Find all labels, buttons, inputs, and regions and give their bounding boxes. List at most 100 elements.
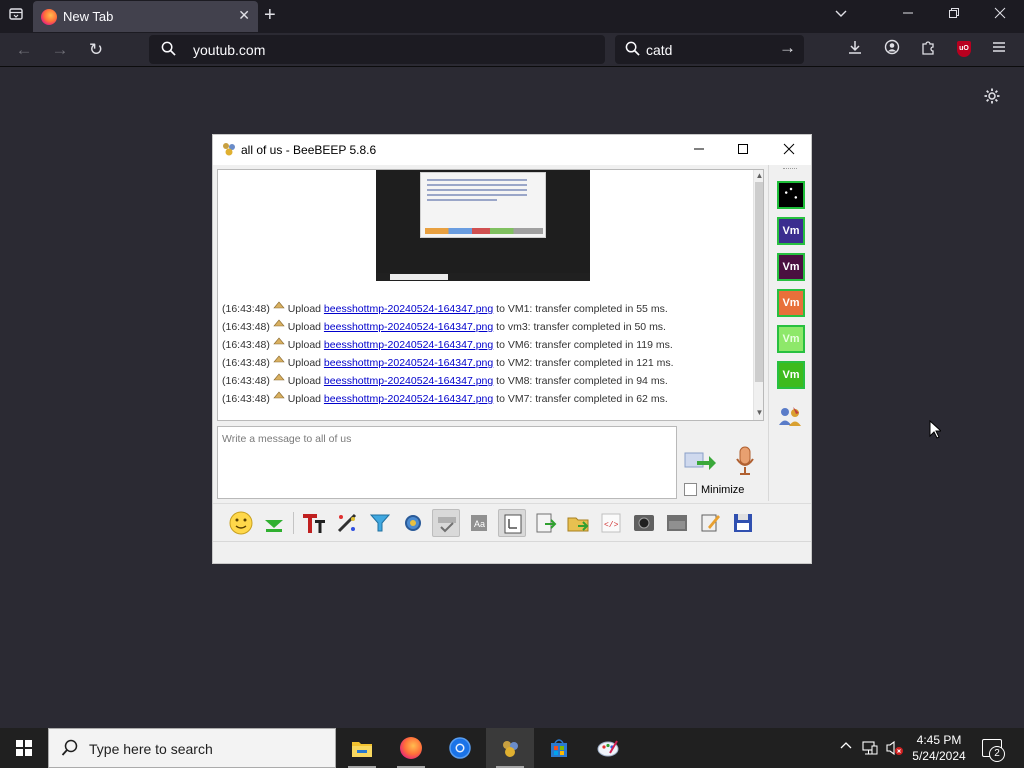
word-complete-icon[interactable]: Aa (465, 509, 493, 537)
system-clock[interactable]: 4:45 PM 5/24/2024 (904, 732, 974, 764)
users-group-icon[interactable] (776, 403, 804, 431)
file-link[interactable]: beesshottmp-20240524-164347.png (324, 339, 493, 351)
download-icon[interactable] (844, 39, 866, 61)
volume-muted-icon[interactable] (886, 740, 903, 756)
taskbar-search-placeholder: Type here to search (89, 741, 213, 757)
chat-scrollbar[interactable]: ▲ ▼ (753, 170, 763, 420)
keyboard-icon[interactable] (498, 509, 526, 537)
member-avatar[interactable]: Vm (777, 253, 805, 281)
member-avatar[interactable]: Vm (777, 361, 805, 389)
screenshot-window (420, 172, 546, 238)
file-link[interactable]: beesshottmp-20240524-164347.png (324, 303, 493, 315)
screenshot-icon[interactable] (630, 509, 658, 537)
message-time: (16:43:48) (222, 339, 270, 351)
scrollbar-thumb[interactable] (755, 182, 763, 382)
beebeep-icon (503, 741, 518, 757)
chevron-up-icon[interactable] (838, 740, 854, 756)
member-label: Vm (782, 333, 800, 345)
filter-icon[interactable] (366, 509, 394, 537)
upload-icon (273, 391, 285, 399)
chat-toolbar: Aa </> (213, 503, 811, 541)
clock-date: 5/24/2024 (912, 749, 966, 763)
attach-icon[interactable] (531, 509, 559, 537)
beebeep-titlebar[interactable]: all of us - BeeBEEP 5.8.6 (213, 135, 811, 165)
search-input[interactable]: catd (646, 42, 672, 58)
windows-logo-icon (16, 740, 32, 756)
microphone-icon[interactable] (734, 445, 756, 477)
firefox-icon (400, 737, 422, 759)
member-avatar[interactable]: Vm (777, 217, 805, 245)
taskbar-app-file-explorer[interactable] (338, 728, 386, 768)
close-window-icon[interactable] (774, 139, 804, 161)
taskbar-app-firefox[interactable] (387, 728, 435, 768)
minimize-window-icon[interactable] (898, 6, 918, 22)
message-placeholder: Write a message to all of us (222, 433, 352, 445)
restore-window-icon[interactable] (944, 6, 964, 22)
emoji-icon[interactable] (227, 509, 255, 537)
address-bar[interactable]: youtub.com (149, 35, 605, 64)
maximize-window-icon[interactable] (728, 139, 758, 161)
member-avatar[interactable]: Vm (777, 289, 805, 317)
reload-icon[interactable]: ↻ (85, 39, 107, 61)
file-link[interactable]: beesshottmp-20240524-164347.png (324, 393, 493, 405)
grip-handle[interactable] (783, 168, 797, 170)
member-avatar[interactable]: Vm (777, 325, 805, 353)
send-icon[interactable] (683, 447, 717, 475)
puzzle-icon[interactable] (917, 39, 939, 61)
message-time: (16:43:48) (222, 357, 270, 369)
transfer-result: to VM8: transfer completed in 94 ms. (496, 375, 668, 387)
taskbar-search[interactable]: Type here to search (48, 728, 336, 768)
scroll-down-arrow-icon[interactable]: ▼ (755, 408, 763, 417)
minimize-checkbox[interactable] (684, 483, 697, 496)
close-tab-icon[interactable]: ✕ (238, 7, 250, 24)
upload-icon (273, 337, 285, 345)
message-input[interactable]: Write a message to all of us (217, 426, 677, 499)
svg-text:Aa: Aa (474, 519, 485, 529)
forward-arrow-icon[interactable]: → (49, 39, 71, 61)
address-input[interactable]: youtub.com (193, 42, 265, 58)
gear-icon[interactable] (983, 87, 1001, 111)
go-arrow-icon[interactable]: → (779, 38, 796, 58)
color-picker-icon[interactable] (333, 509, 361, 537)
chevron-down-icon[interactable] (831, 6, 851, 23)
member-label: Vm (782, 297, 800, 309)
taskbar-app-paint[interactable] (584, 728, 632, 768)
folder-share-icon[interactable] (564, 509, 592, 537)
back-arrow-icon[interactable]: ← (13, 39, 35, 61)
clear-icon[interactable] (663, 509, 691, 537)
save-icon[interactable] (729, 509, 757, 537)
chat-history[interactable]: (16:43:48) Upload beesshottmp-20240524-1… (217, 169, 764, 421)
browser-tab[interactable]: New Tab ✕ (33, 1, 258, 32)
file-link[interactable]: beesshottmp-20240524-164347.png (324, 357, 493, 369)
account-icon[interactable] (881, 39, 903, 61)
screenshot-thumbnail[interactable] (376, 170, 590, 281)
taskbar-app-beebeep[interactable] (486, 728, 534, 768)
hamburger-icon[interactable] (988, 39, 1010, 61)
taskbar-app-store[interactable] (535, 728, 583, 768)
chat-line: (16:43:48) Upload beesshottmp-20240524-1… (222, 390, 752, 408)
edit-icon[interactable] (696, 509, 724, 537)
network-icon[interactable] (862, 740, 878, 756)
settings-icon[interactable] (399, 509, 427, 537)
spellcheck-icon[interactable] (432, 509, 460, 537)
chrome-icon (449, 737, 471, 759)
close-window-icon[interactable] (990, 6, 1010, 22)
message-time: (16:43:48) (222, 321, 270, 333)
ublock-origin-icon[interactable]: uO (957, 41, 971, 57)
file-link[interactable]: beesshottmp-20240524-164347.png (324, 375, 493, 387)
scroll-up-arrow-icon[interactable]: ▲ (755, 171, 763, 180)
tab-list-icon[interactable] (6, 6, 26, 26)
send-file-icon[interactable] (260, 509, 288, 537)
minimize-label: Minimize (701, 484, 745, 496)
font-icon[interactable] (300, 509, 328, 537)
file-link[interactable]: beesshottmp-20240524-164347.png (324, 321, 493, 333)
search-bar[interactable]: catd → (615, 35, 804, 64)
member-avatar[interactable] (777, 181, 805, 209)
html-icon[interactable]: </> (597, 509, 625, 537)
taskbar-app-chrome[interactable] (436, 728, 484, 768)
minimize-window-icon[interactable] (684, 139, 714, 161)
plus-icon[interactable]: + (264, 4, 276, 27)
store-icon (551, 739, 567, 757)
mouse-cursor-icon (929, 420, 941, 439)
start-button[interactable] (0, 728, 48, 768)
